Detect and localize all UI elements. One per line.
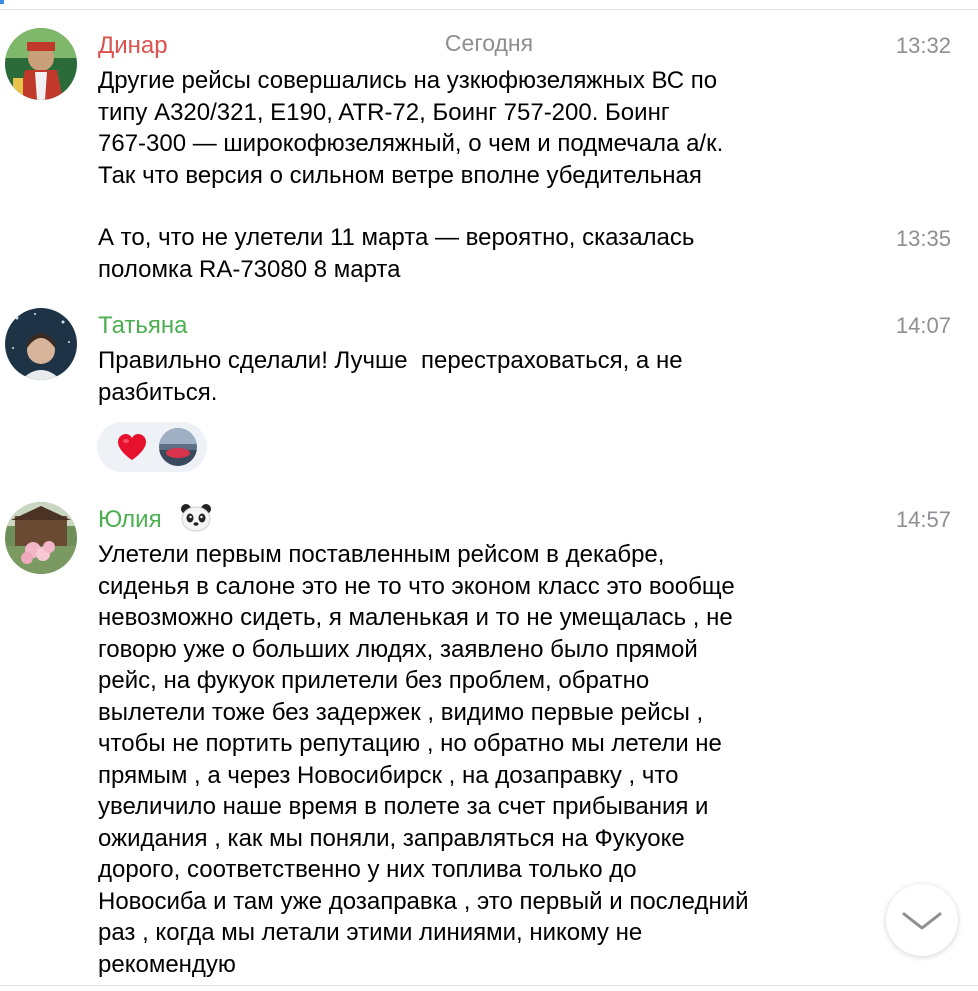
avatar-tatyana[interactable] [5, 308, 77, 380]
panda-icon [181, 504, 211, 532]
reactions-bar[interactable] [97, 422, 207, 472]
message-text: А то, что не улетели 11 марта — вероятно… [98, 224, 695, 283]
avatar-yulia[interactable] [5, 502, 77, 574]
top-divider [0, 0, 978, 10]
message-time: 14:57 [895, 507, 951, 532]
message-text: Правильно сделали! Лучше перестраховатьс… [98, 347, 683, 406]
scroll-to-bottom-button[interactable] [886, 884, 958, 956]
author-name[interactable]: Татьяна [98, 311, 188, 341]
message-time: 13:35 [895, 226, 951, 251]
message-time: 14:07 [895, 313, 951, 338]
author-name[interactable]: Юлия [98, 505, 162, 535]
reactor-avatar[interactable] [159, 428, 197, 466]
author-name[interactable]: Динар [98, 31, 168, 61]
avatar-dinar[interactable] [5, 28, 77, 100]
edge-accent [0, 0, 4, 4]
message-time: 13:32 [895, 33, 951, 58]
heart-icon [118, 434, 146, 460]
chevron-down-icon [902, 912, 942, 930]
message-text: Другие рейсы совершались на узкюфюзеляжн… [98, 67, 724, 189]
bottom-divider [0, 985, 978, 991]
message-text: Улетели первым поставленным рейсом в дек… [98, 541, 749, 978]
